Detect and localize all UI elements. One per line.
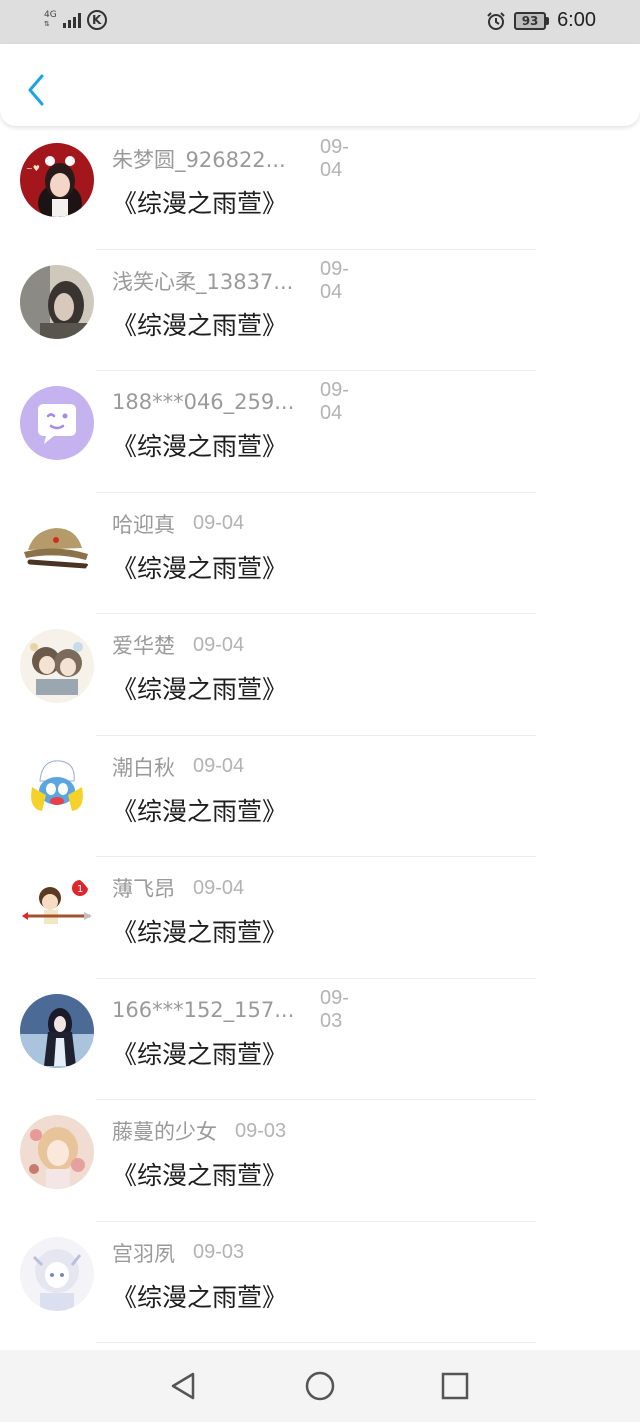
smurf-avatar — [20, 750, 94, 825]
message-preview: 《综漫之雨萱》 — [112, 1039, 288, 1069]
back-button[interactable] — [18, 70, 54, 110]
list-item[interactable]: 藤蔓的少女 09-03 《综漫之雨萱》 — [0, 1100, 640, 1222]
avatar[interactable] — [20, 1236, 94, 1311]
anime-white-avatar — [20, 1236, 94, 1311]
grey-photo-avatar — [20, 264, 94, 339]
user-name: 哈迎真 — [112, 512, 175, 537]
k-app-icon: K — [86, 10, 107, 30]
anime-sketch-avatar — [20, 629, 94, 703]
divider — [96, 1342, 536, 1343]
timestamp: 09-03 — [320, 986, 349, 1032]
triangle-back-icon[interactable] — [165, 1368, 201, 1404]
network-label: 4G — [44, 10, 57, 20]
battery-icon: 93 — [514, 11, 550, 30]
user-name: 宫羽夙 — [112, 1241, 175, 1266]
circle-home-icon[interactable] — [302, 1368, 338, 1404]
system-navigation-bar — [0, 1350, 640, 1422]
list-item[interactable]: 浅笑心柔_13837... 09-04 《综漫之雨萱》 — [0, 250, 640, 371]
avatar[interactable] — [20, 993, 94, 1068]
list-item[interactable]: 1 薄飞昂 09-04 《综漫之雨萱》 — [0, 857, 640, 979]
message-preview: 《综漫之雨萱》 — [112, 432, 288, 461]
user-name: 潮白秋 — [112, 755, 175, 780]
user-name: 藤蔓的少女 — [112, 1120, 217, 1144]
message-preview: 《综漫之雨萱》 — [112, 1161, 288, 1190]
user-name: 薄飞昂 — [112, 877, 175, 901]
user-name: 爱华楚 — [112, 634, 175, 658]
girl-red-avatar: ~♥ — [20, 143, 94, 217]
user-name: 朱梦圆_926822... — [112, 148, 286, 172]
data-arrows-icon: ⇅ — [44, 20, 50, 28]
clock: 6:00 — [557, 9, 596, 31]
message-preview: 《综漫之雨萱》 — [112, 918, 288, 947]
avatar[interactable]: ~♥ — [20, 143, 94, 217]
avatar[interactable] — [20, 1115, 94, 1189]
avatar[interactable] — [20, 629, 94, 703]
avatar[interactable] — [20, 386, 94, 460]
timestamp: 09-03 — [235, 1119, 287, 1142]
timestamp: 09-04 — [193, 633, 245, 656]
user-name: 188***046_259... — [112, 390, 295, 414]
list-item[interactable]: 爱华楚 09-04 《综漫之雨萱》 — [0, 614, 640, 736]
square-recents-icon[interactable] — [437, 1368, 473, 1404]
alarm-icon — [487, 11, 505, 30]
message-preview: 《综漫之雨萱》 — [112, 675, 288, 704]
message-preview: 《综漫之雨萱》 — [112, 553, 288, 583]
list-item[interactable]: 宫羽夙 09-03 《综漫之雨萱》 — [0, 1222, 640, 1343]
list-item[interactable]: ~♥ 朱梦圆_926822... 09-04 《综漫之雨萱》 — [0, 128, 640, 250]
list-item[interactable]: 哈迎真 09-04 《综漫之雨萱》 — [0, 493, 640, 614]
message-preview: 《综漫之雨萱》 — [112, 189, 288, 218]
timestamp: 09-03 — [193, 1241, 245, 1263]
avatar[interactable]: 1 — [20, 872, 94, 946]
status-left: 4G ⇅ K — [44, 10, 107, 30]
army-hat-avatar — [20, 507, 94, 582]
top-app-bar — [0, 44, 640, 126]
timestamp: 09-04 — [193, 755, 245, 777]
chevron-left-icon — [28, 74, 44, 106]
timestamp: 09-04 — [193, 512, 245, 534]
status-bar: 4G ⇅ K 93 6:00 — [0, 0, 640, 44]
cupid-boy-avatar: 1 — [20, 872, 94, 946]
list-item[interactable]: 166***152_157... 09-03 《综漫之雨萱》 — [0, 979, 640, 1100]
message-preview: 《综漫之雨萱》 — [112, 310, 288, 340]
avatar[interactable] — [20, 750, 94, 825]
message-preview: 《综漫之雨萱》 — [112, 1282, 288, 1312]
network-type: 4G ⇅ — [44, 11, 57, 29]
svg-text:~♥: ~♥ — [26, 164, 40, 173]
user-name: 166***152_157... — [112, 997, 295, 1022]
user-name: 浅笑心柔_13837... — [112, 269, 294, 294]
purple-chat-default-avatar — [20, 386, 94, 460]
timestamp: 09-04 — [320, 379, 349, 424]
list-item[interactable]: 188***046_259... 09-04 《综漫之雨萱》 — [0, 371, 640, 493]
message-preview: 《综漫之雨萱》 — [112, 796, 288, 826]
battery-level: 93 — [514, 11, 547, 30]
timestamp: 09-04 — [193, 876, 245, 899]
timestamp: 09-04 — [320, 136, 349, 181]
message-list: ~♥ 朱梦圆_926822... 09-04 《综漫之雨萱》 浅笑心柔_1383… — [0, 128, 640, 1343]
status-right: 93 6:00 — [486, 9, 596, 32]
svg-text:1: 1 — [77, 884, 83, 895]
signal-icon — [62, 12, 81, 28]
avatar[interactable] — [20, 507, 94, 582]
avatar[interactable] — [20, 264, 94, 339]
list-item[interactable]: 潮白秋 09-04 《综漫之雨萱》 — [0, 736, 640, 857]
anime-blue-avatar — [20, 993, 94, 1068]
anime-pink-avatar — [20, 1115, 94, 1189]
timestamp: 09-04 — [320, 257, 349, 303]
